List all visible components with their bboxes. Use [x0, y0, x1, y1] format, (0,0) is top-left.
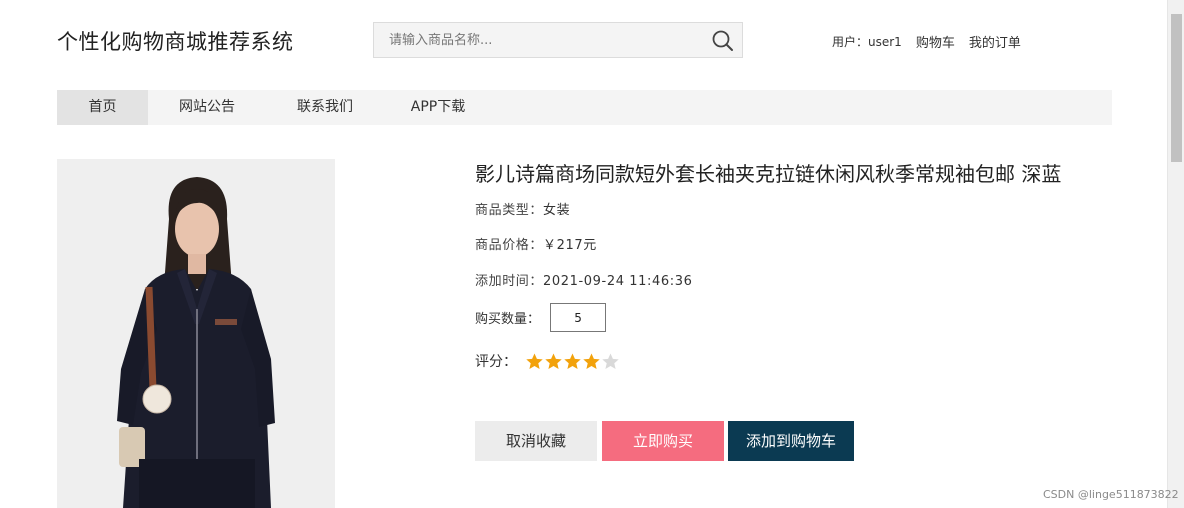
- added-time-label: 添加时间：: [475, 274, 544, 289]
- product-title: 影儿诗篇商场同款短外套长袖夹克拉链休闲风秋季常规袖包邮 深蓝: [475, 162, 1062, 186]
- cart-link[interactable]: 购物车: [916, 32, 955, 51]
- star-filled-icon[interactable]: [525, 352, 544, 371]
- product-category: 商品类型：女装: [475, 199, 570, 218]
- price-value: ￥217元: [543, 238, 597, 253]
- watermark: CSDN @linge511873822: [1043, 488, 1179, 501]
- scrollbar[interactable]: [1167, 0, 1184, 508]
- user-label: 用户：user1: [832, 35, 902, 49]
- page: 个性化购物商城推荐系统 用户：user1 购物车 我的订单 首页 网站公告 联系…: [0, 0, 1184, 508]
- quantity-row: 购买数量：: [475, 303, 607, 332]
- category-value: 女装: [543, 203, 571, 218]
- user-links: 用户：user1 购物车 我的订单: [832, 32, 1035, 51]
- unfavorite-button[interactable]: 取消收藏: [475, 421, 597, 461]
- site-title: 个性化购物商城推荐系统: [57, 30, 294, 54]
- main-nav: 首页 网站公告 联系我们 APP下载: [57, 90, 1112, 125]
- star-filled-icon[interactable]: [582, 352, 601, 371]
- rating-stars[interactable]: [525, 352, 620, 371]
- search-input[interactable]: [374, 23, 704, 57]
- buy-now-button[interactable]: 立即购买: [602, 421, 724, 461]
- scrollbar-thumb[interactable]: [1171, 14, 1182, 162]
- product-added-time: 添加时间：2021-09-24 11:46:36: [475, 270, 692, 289]
- quantity-input[interactable]: [550, 303, 607, 332]
- product-image: [57, 159, 335, 508]
- rating-label: 评分：: [475, 354, 517, 370]
- price-label: 商品价格：: [475, 238, 544, 253]
- star-filled-icon[interactable]: [544, 352, 563, 371]
- product-price: 商品价格：￥217元: [475, 234, 597, 253]
- nav-item-contact[interactable]: 联系我们: [266, 90, 384, 125]
- nav-item-home[interactable]: 首页: [57, 90, 148, 125]
- orders-link[interactable]: 我的订单: [969, 32, 1021, 51]
- nav-item-announcements[interactable]: 网站公告: [148, 90, 266, 125]
- search-box: [373, 22, 743, 58]
- search-icon[interactable]: [710, 28, 736, 54]
- rating-row: 评分：: [475, 351, 620, 371]
- star-filled-icon[interactable]: [563, 352, 582, 371]
- star-empty-icon[interactable]: [601, 352, 620, 371]
- added-time-value: 2021-09-24 11:46:36: [543, 274, 693, 289]
- category-label: 商品类型：: [475, 203, 544, 218]
- add-to-cart-button[interactable]: 添加到购物车: [728, 421, 854, 461]
- nav-item-app-download[interactable]: APP下载: [384, 90, 492, 125]
- quantity-label: 购买数量：: [475, 312, 541, 327]
